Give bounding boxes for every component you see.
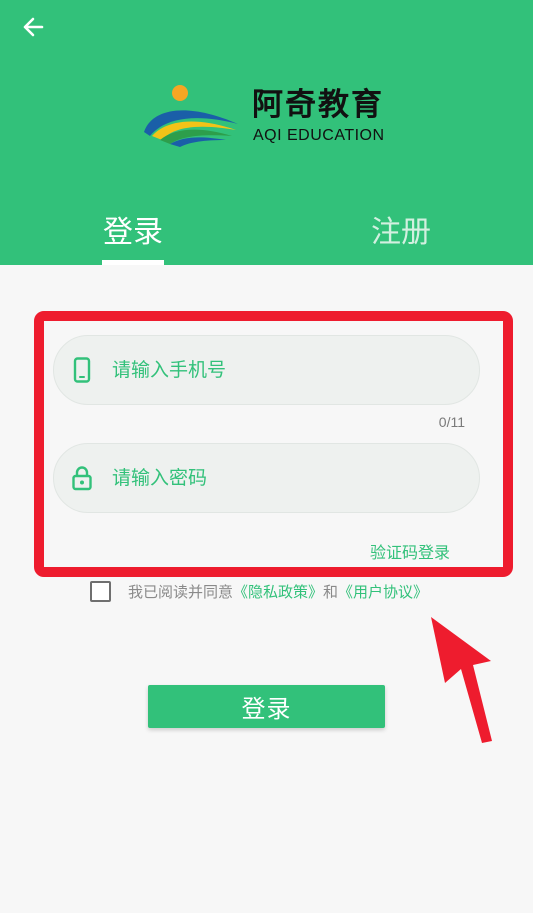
- logo-name-en: AQI EDUCATION: [253, 127, 385, 144]
- brand-logo: 阿奇教育 AQI EDUCATION: [140, 80, 400, 150]
- password-field[interactable]: [53, 443, 480, 513]
- agreement-conjunction: 和: [323, 582, 339, 601]
- login-submit-button[interactable]: 登录: [148, 685, 385, 728]
- annotation-arrow-icon: [431, 617, 492, 743]
- user-agreement-link[interactable]: 《用户协议》: [338, 581, 428, 602]
- tab-login[interactable]: 登录: [100, 208, 166, 265]
- password-input[interactable]: [110, 458, 479, 498]
- phone-char-counter: 0/11: [438, 414, 465, 430]
- back-button[interactable]: [18, 12, 48, 42]
- privacy-policy-link[interactable]: 《隐私政策》: [233, 581, 323, 602]
- phone-icon: [72, 357, 92, 383]
- agreement-row: 我已阅读并同意 《隐私政策》 和 《用户协议》: [90, 580, 428, 602]
- active-tab-indicator: [102, 260, 164, 265]
- logo-mark-icon: [144, 85, 238, 147]
- phone-input[interactable]: [110, 350, 479, 390]
- arrow-left-icon: [23, 17, 44, 37]
- tab-register[interactable]: 注册: [368, 208, 434, 265]
- phone-field[interactable]: [53, 335, 480, 405]
- header: 阿奇教育 AQI EDUCATION 登录 注册: [0, 0, 533, 265]
- agreement-checkbox[interactable]: [90, 580, 111, 602]
- logo-name-cn: 阿奇教育: [252, 87, 384, 123]
- agreement-prefix: 我已阅读并同意: [128, 582, 234, 601]
- lock-icon: [72, 465, 92, 491]
- sms-login-link[interactable]: 验证码登录: [370, 539, 450, 563]
